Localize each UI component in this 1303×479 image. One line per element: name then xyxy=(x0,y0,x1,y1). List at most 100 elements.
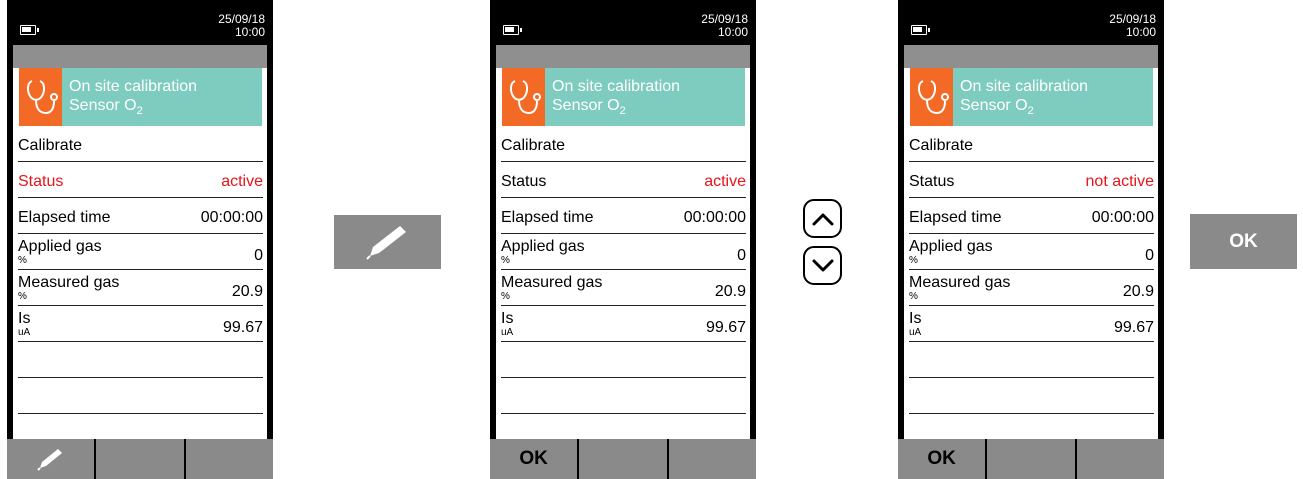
row-label: Measured gas xyxy=(18,274,120,291)
softkey-3[interactable] xyxy=(668,439,756,479)
row-unit: uA xyxy=(909,327,922,338)
up-key[interactable] xyxy=(803,199,842,238)
page-header: On site calibration Sensor O2 xyxy=(502,68,745,126)
status-bar: 25/09/18 10:00 xyxy=(13,7,267,45)
row-applied-gas: Applied gas % 0 xyxy=(18,234,263,270)
row-value: 20.9 xyxy=(714,283,746,300)
row-label: Elapsed time xyxy=(18,209,111,226)
row-unit: uA xyxy=(18,327,31,338)
softkey-bar: OK xyxy=(898,439,1164,479)
row-empty xyxy=(501,342,746,378)
row-label: Status xyxy=(501,173,547,190)
status-value: not active xyxy=(1085,173,1154,190)
row-label: Elapsed time xyxy=(501,209,594,226)
row-is: Is uA 99.67 xyxy=(909,306,1154,342)
softkey-ok[interactable]: OK xyxy=(490,439,578,479)
row-status[interactable]: Status active xyxy=(18,162,263,198)
row-unit: % xyxy=(909,255,918,266)
screen-area: On site calibration Sensor O2 Calibrate … xyxy=(490,45,756,479)
softkey-3[interactable] xyxy=(1076,439,1164,479)
row-measured-gas: Measured gas % 20.9 xyxy=(18,270,263,306)
chevron-up-icon xyxy=(812,213,833,225)
edit-key[interactable] xyxy=(334,215,441,269)
row-is: Is uA 99.67 xyxy=(501,306,746,342)
page-subtitle: Sensor O2 xyxy=(552,97,626,118)
row-value: 99.67 xyxy=(222,319,263,336)
row-label: Applied gas xyxy=(501,238,585,255)
page-header: On site calibration Sensor O2 xyxy=(19,68,262,126)
panel: On site calibration Sensor O2 Calibrate … xyxy=(490,68,756,479)
stethoscope-icon xyxy=(502,68,545,126)
stethoscope-icon xyxy=(19,68,62,126)
down-key[interactable] xyxy=(803,246,842,285)
device-screen-2: 25/09/18 10:00 On site calibration Senso… xyxy=(490,0,756,479)
row-label: Calibrate xyxy=(909,137,974,154)
row-label: Status xyxy=(909,173,955,190)
parameter-list: Calibrate Status not active Elapsed time… xyxy=(909,126,1154,414)
page-title: On site calibration xyxy=(69,78,198,95)
stethoscope-icon xyxy=(910,68,953,126)
row-empty xyxy=(18,342,263,378)
row-unit: % xyxy=(18,255,27,266)
panel: On site calibration Sensor O2 Calibrate … xyxy=(898,68,1164,479)
row-label: Applied gas xyxy=(909,238,993,255)
device-screen-1: 25/09/18 10:00 On site calibration Senso… xyxy=(7,0,273,479)
row-unit: uA xyxy=(501,327,514,338)
row-label: Measured gas xyxy=(909,274,1011,291)
row-calibrate[interactable]: Calibrate xyxy=(909,126,1154,162)
page-header: On site calibration Sensor O2 xyxy=(910,68,1153,126)
time: 10:00 xyxy=(234,25,265,39)
status-value: active xyxy=(704,173,746,190)
softkey-2[interactable] xyxy=(579,439,667,479)
row-value: 00:00:00 xyxy=(683,209,746,226)
softkey-bar: OK xyxy=(490,439,756,479)
row-elapsed-time: Elapsed time 00:00:00 xyxy=(18,198,263,234)
softkey-ok[interactable]: OK xyxy=(898,439,986,479)
datetime: 25/09/18 10:00 xyxy=(701,13,748,39)
row-applied-gas: Applied gas % 0 xyxy=(909,234,1154,270)
row-status[interactable]: Status active xyxy=(501,162,746,198)
row-applied-gas: Applied gas % 0 xyxy=(501,234,746,270)
page-title: On site calibration xyxy=(960,78,1089,95)
row-label: Calibrate xyxy=(18,137,83,154)
softkey-2[interactable] xyxy=(987,439,1075,479)
parameter-list: Calibrate Status active Elapsed time 00:… xyxy=(18,126,263,414)
row-is: Is uA 99.67 xyxy=(18,306,263,342)
row-empty xyxy=(909,342,1154,378)
status-bar: 25/09/18 10:00 xyxy=(496,7,750,45)
softkey-edit[interactable] xyxy=(7,439,95,479)
status-value: active xyxy=(221,173,263,190)
row-value: 99.67 xyxy=(1113,319,1154,336)
row-elapsed-time: Elapsed time 00:00:00 xyxy=(909,198,1154,234)
row-label: Measured gas xyxy=(501,274,603,291)
screen-area: On site calibration Sensor O2 Calibrate … xyxy=(898,45,1164,479)
softkey-2[interactable] xyxy=(96,439,184,479)
ok-key[interactable]: OK xyxy=(1190,214,1297,269)
row-label: Calibrate xyxy=(501,137,566,154)
row-value: 20.9 xyxy=(231,283,263,300)
row-label: Is xyxy=(909,310,922,327)
row-label: Applied gas xyxy=(18,238,102,255)
row-value: 0 xyxy=(737,247,746,264)
battery-icon xyxy=(503,25,522,35)
softkey-3[interactable] xyxy=(185,439,273,479)
row-value: 00:00:00 xyxy=(1091,209,1154,226)
row-measured-gas: Measured gas % 20.9 xyxy=(909,270,1154,306)
page-title: On site calibration xyxy=(552,78,681,95)
row-empty xyxy=(18,378,263,414)
page-subtitle: Sensor O2 xyxy=(960,97,1034,118)
row-unit: % xyxy=(909,291,918,302)
status-bar: 25/09/18 10:00 xyxy=(904,7,1158,45)
row-calibrate[interactable]: Calibrate xyxy=(18,126,263,162)
time: 10:00 xyxy=(717,25,748,39)
chevron-down-icon xyxy=(812,259,833,271)
row-measured-gas: Measured gas % 20.9 xyxy=(501,270,746,306)
pencil-icon xyxy=(36,449,62,471)
row-value: 00:00:00 xyxy=(200,209,263,226)
row-calibrate[interactable]: Calibrate xyxy=(501,126,746,162)
time: 10:00 xyxy=(1125,25,1156,39)
row-label: Status xyxy=(18,173,64,190)
device-screen-3: 25/09/18 10:00 On site calibration Senso… xyxy=(898,0,1164,479)
parameter-list: Calibrate Status active Elapsed time 00:… xyxy=(501,126,746,414)
row-status[interactable]: Status not active xyxy=(909,162,1154,198)
